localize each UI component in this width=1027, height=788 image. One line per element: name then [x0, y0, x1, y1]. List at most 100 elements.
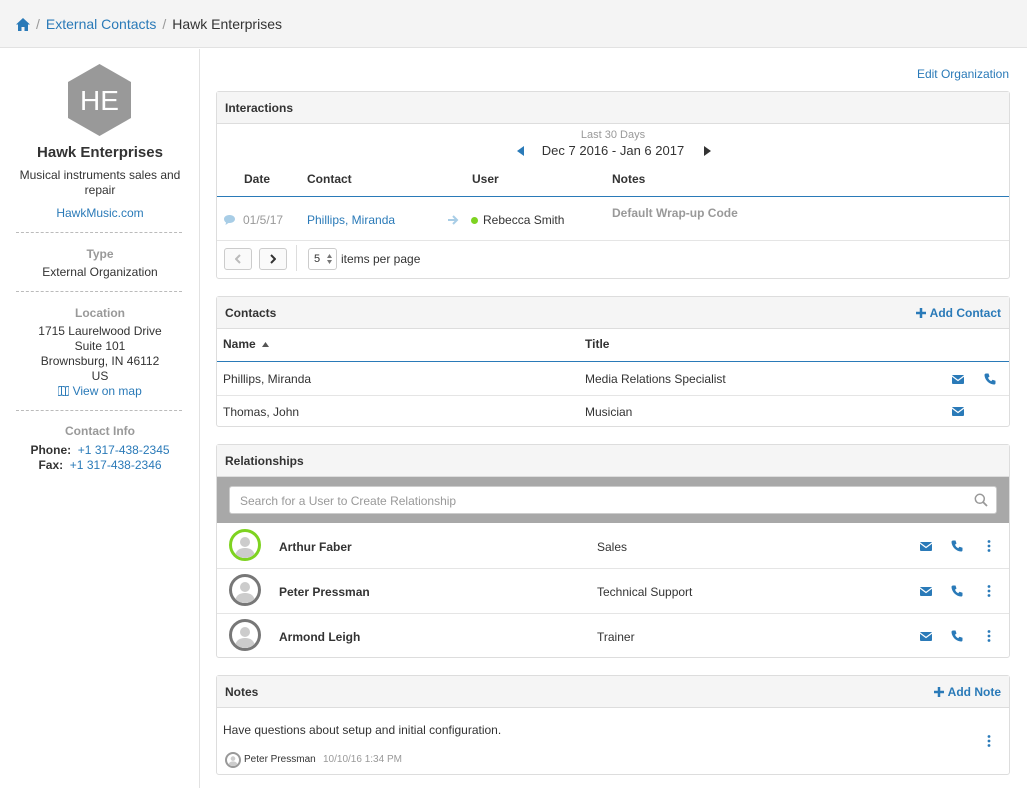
fax-label: Fax: — [38, 458, 64, 472]
address-line-1: 1715 Laurelwood Drive — [38, 324, 162, 338]
next-range-icon[interactable] — [703, 146, 711, 156]
avatar — [229, 619, 261, 651]
breadcrumb: / External Contacts / Hawk Enterprises — [16, 16, 282, 32]
list-item[interactable]: Peter Pressman Technical Support — [217, 569, 1009, 613]
org-description: Musical instruments sales and repair — [19, 168, 181, 197]
note-text: Have questions about setup and initial c… — [223, 723, 502, 737]
user-silhouette-icon — [235, 537, 255, 558]
col-notes[interactable]: Notes — [612, 172, 645, 186]
contacts-header: Contacts Add Contact — [217, 297, 1009, 329]
phone-link[interactable]: +1 317-438-2345 — [78, 443, 170, 457]
home-icon[interactable] — [16, 17, 30, 31]
breadcrumb-separator: / — [36, 16, 40, 32]
list-item[interactable]: Arthur Faber Sales — [217, 523, 1009, 568]
interactions-panel: Interactions Last 30 Days Dec 7 2016 - J… — [216, 91, 1010, 279]
col-user[interactable]: User — [472, 172, 499, 186]
list-item[interactable]: Armond Leigh Trainer — [217, 614, 1009, 658]
notes-title: Notes — [225, 684, 259, 699]
breadcrumb-separator: / — [162, 16, 167, 32]
location-label: Location — [75, 306, 125, 320]
col-title[interactable]: Title — [585, 337, 609, 351]
chat-icon — [224, 215, 235, 225]
view-map-link[interactable]: View on map — [0, 384, 200, 399]
relationships-header: Relationships — [217, 445, 1009, 477]
table-row[interactable]: Thomas, John Musician — [217, 396, 1009, 427]
items-per-page-value: 5 — [314, 253, 321, 265]
note-author-avatar — [225, 752, 241, 768]
email-icon[interactable] — [951, 372, 965, 386]
add-contact-button[interactable]: Add Contact — [915, 305, 1001, 320]
add-contact-label: Add Contact — [929, 305, 1001, 320]
interactions-header: Interactions — [217, 92, 1009, 124]
arrow-right-icon — [448, 215, 459, 225]
more-vertical-icon[interactable] — [982, 629, 996, 643]
email-icon[interactable] — [919, 629, 933, 643]
contact-title: Musician — [585, 405, 633, 419]
interaction-user: Rebecca Smith — [483, 213, 565, 227]
pager-divider — [296, 245, 297, 271]
email-icon[interactable] — [951, 404, 965, 418]
user-silhouette-icon — [228, 756, 238, 766]
interactions-title: Interactions — [225, 100, 294, 115]
phone-icon[interactable] — [950, 584, 964, 598]
add-note-button[interactable]: Add Note — [933, 684, 1001, 699]
interaction-contact-link[interactable]: Phillips, Miranda — [307, 213, 395, 227]
row-divider — [217, 240, 1009, 241]
org-sidebar: HE Hawk Enterprises Musical instruments … — [0, 49, 200, 788]
breadcrumb-external-contacts[interactable]: External Contacts — [46, 16, 157, 32]
table-row[interactable]: 01/5/17 Phillips, Miranda Rebecca Smith … — [217, 197, 1009, 240]
chevron-right-icon — [270, 254, 276, 264]
breadcrumb-current: Hawk Enterprises — [172, 16, 282, 32]
plus-icon — [915, 307, 926, 318]
contact-name: Thomas, John — [223, 405, 300, 419]
email-icon[interactable] — [919, 584, 933, 598]
fax-link[interactable]: +1 317-438-2346 — [70, 458, 162, 472]
email-icon[interactable] — [919, 539, 933, 553]
select-arrows-icon — [327, 254, 332, 264]
next-page-button[interactable] — [259, 248, 287, 270]
table-row[interactable]: Phillips, Miranda Media Relations Specia… — [217, 362, 1009, 395]
note-time: 10/10/16 1:34 PM — [323, 754, 402, 765]
contacts-panel: Contacts Add Contact Name Title Phillips… — [216, 296, 1010, 427]
user-silhouette-icon — [235, 582, 255, 603]
phone-line: Phone: +1 317-438-2345 — [0, 443, 200, 457]
prev-page-button[interactable] — [224, 248, 252, 270]
search-bar: Search for a User to Create Relationship — [217, 477, 1009, 523]
add-note-label: Add Note — [947, 684, 1001, 699]
note-author: Peter Pressman — [244, 754, 316, 765]
phone-icon[interactable] — [983, 372, 997, 386]
edit-organization-link[interactable]: Edit Organization — [917, 67, 1009, 81]
phone-icon[interactable] — [950, 539, 964, 553]
col-date[interactable]: Date — [244, 172, 270, 186]
relationship-search-input[interactable]: Search for a User to Create Relationship — [229, 486, 997, 514]
search-placeholder: Search for a User to Create Relationship — [240, 494, 457, 508]
notes-header: Notes Add Note — [217, 676, 1009, 708]
divider — [16, 291, 182, 292]
phone-label: Phone: — [30, 443, 72, 457]
items-per-page-select[interactable]: 5 — [308, 248, 337, 270]
col-contact[interactable]: Contact — [307, 172, 352, 186]
user-silhouette-icon — [235, 627, 255, 648]
chevron-left-icon — [235, 254, 241, 264]
relationships-title: Relationships — [225, 453, 304, 468]
address-line-2: Suite 101 — [74, 339, 126, 353]
fax-line: Fax: +1 317-438-2346 — [0, 458, 200, 472]
type-label: Type — [86, 247, 114, 261]
address-line-4: US — [91, 369, 109, 383]
org-logo-initials: HE — [80, 85, 119, 116]
sort-asc-icon — [262, 342, 270, 347]
more-vertical-icon[interactable] — [982, 539, 996, 553]
relationships-panel: Relationships Search for a User to Creat… — [216, 444, 1010, 658]
search-icon[interactable] — [974, 493, 988, 507]
more-vertical-icon[interactable] — [982, 734, 996, 748]
relationship-name: Armond Leigh — [279, 630, 361, 644]
avatar — [229, 529, 261, 561]
contacts-title: Contacts — [225, 305, 277, 320]
map-icon — [57, 385, 70, 397]
phone-icon[interactable] — [950, 629, 964, 643]
more-vertical-icon[interactable] — [982, 584, 996, 598]
col-name[interactable]: Name — [223, 337, 270, 351]
online-status-dot — [471, 217, 478, 224]
contact-info-label: Contact Info — [65, 424, 135, 438]
org-website-link[interactable]: HawkMusic.com — [0, 206, 200, 220]
